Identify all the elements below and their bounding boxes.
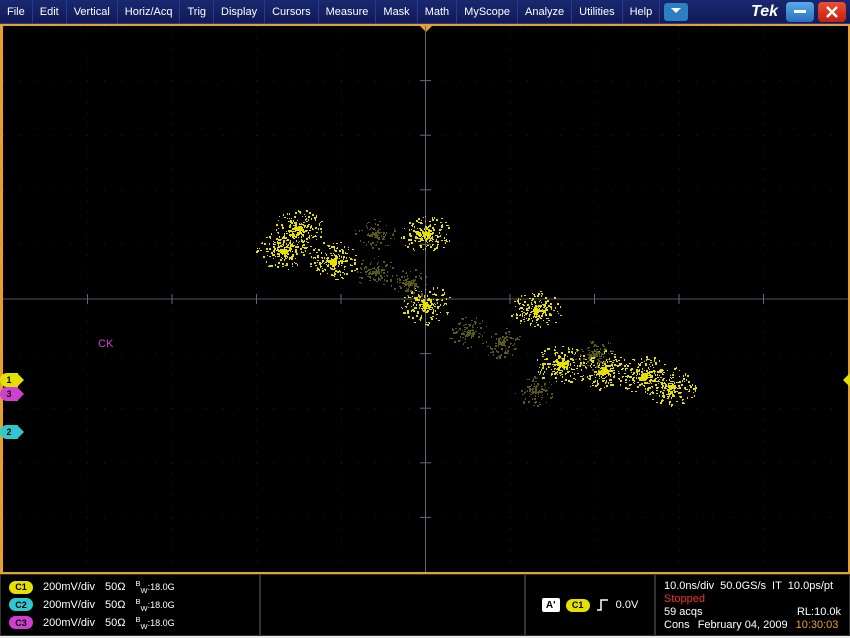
menu-myscope[interactable]: MyScope: [457, 0, 518, 24]
ch3-bw: BW:18.0G: [135, 615, 174, 631]
ch1-term: 50Ω: [105, 581, 125, 593]
menu-edit[interactable]: Edit: [33, 0, 67, 24]
ch3-vdiv: 200mV/div: [43, 617, 95, 629]
waveform-data: [3, 26, 848, 572]
waveform-graticule[interactable]: CK 1 3 2: [0, 24, 850, 574]
trigger-readout-panel[interactable]: A' C1 0.0V: [525, 574, 655, 636]
trigger-source-badge: C1: [566, 599, 590, 612]
ch3-badge: C3: [9, 616, 33, 629]
menu-help[interactable]: Help: [623, 0, 661, 24]
brand-logo: Tek: [751, 3, 786, 21]
menu-cursors[interactable]: Cursors: [265, 0, 319, 24]
menu-utilities[interactable]: Utilities: [572, 0, 622, 24]
menu-vertical[interactable]: Vertical: [67, 0, 118, 24]
ch1-vdiv: 200mV/div: [43, 581, 95, 593]
menu-file[interactable]: File: [0, 0, 33, 24]
ch1-badge: C1: [9, 581, 33, 594]
close-icon: [826, 6, 838, 18]
channel-readout-panel: C1 200mV/div 50Ω BW:18.0G C2 200mV/div 5…: [0, 574, 260, 636]
timebase-status-panel[interactable]: 10.0ns/div 50.0GS/s IT 10.0ps/pt Stopped…: [655, 574, 850, 636]
minimize-button[interactable]: [786, 2, 814, 22]
trigger-level: 0.0V: [616, 599, 639, 611]
timebase-line: 10.0ns/div 50.0GS/s IT 10.0ps/pt: [664, 580, 841, 592]
close-button[interactable]: [818, 2, 846, 22]
ch2-bw: BW:18.0G: [135, 597, 174, 613]
menu-dropdown-button[interactable]: [664, 3, 688, 21]
spacer-panel: [260, 574, 525, 636]
ch3-term: 50Ω: [105, 617, 125, 629]
menu-analyze[interactable]: Analyze: [518, 0, 572, 24]
readout-bar: C1 200mV/div 50Ω BW:18.0G C2 200mV/div 5…: [0, 574, 850, 636]
menu-display[interactable]: Display: [214, 0, 265, 24]
menu-mask[interactable]: Mask: [376, 0, 417, 24]
menu-horiz-acq[interactable]: Horiz/Acq: [118, 0, 181, 24]
ch3-readout-row[interactable]: C3 200mV/div 50Ω BW:18.0G: [9, 615, 251, 631]
rising-edge-icon: [596, 598, 610, 612]
menu-measure[interactable]: Measure: [319, 0, 377, 24]
trigger-a-badge: A': [542, 598, 560, 612]
acq-count-line: 59 acqsRL:10.0k: [664, 606, 841, 618]
menu-math[interactable]: Math: [418, 0, 457, 24]
ch2-vdiv: 200mV/div: [43, 599, 95, 611]
ch2-readout-row[interactable]: C2 200mV/div 50Ω BW:18.0G: [9, 597, 251, 613]
ch1-bw: BW:18.0G: [135, 579, 174, 595]
ch2-badge: C2: [9, 598, 33, 611]
ch2-term: 50Ω: [105, 599, 125, 611]
ch1-readout-row[interactable]: C1 200mV/div 50Ω BW:18.0G: [9, 579, 251, 595]
minimize-icon: [794, 10, 806, 13]
datetime-line: Cons February 04, 2009 10:30:03: [664, 619, 841, 631]
acq-state: Stopped: [664, 593, 841, 605]
menubar: File Edit Vertical Horiz/Acq Trig Displa…: [0, 0, 850, 24]
menu-trig[interactable]: Trig: [180, 0, 214, 24]
